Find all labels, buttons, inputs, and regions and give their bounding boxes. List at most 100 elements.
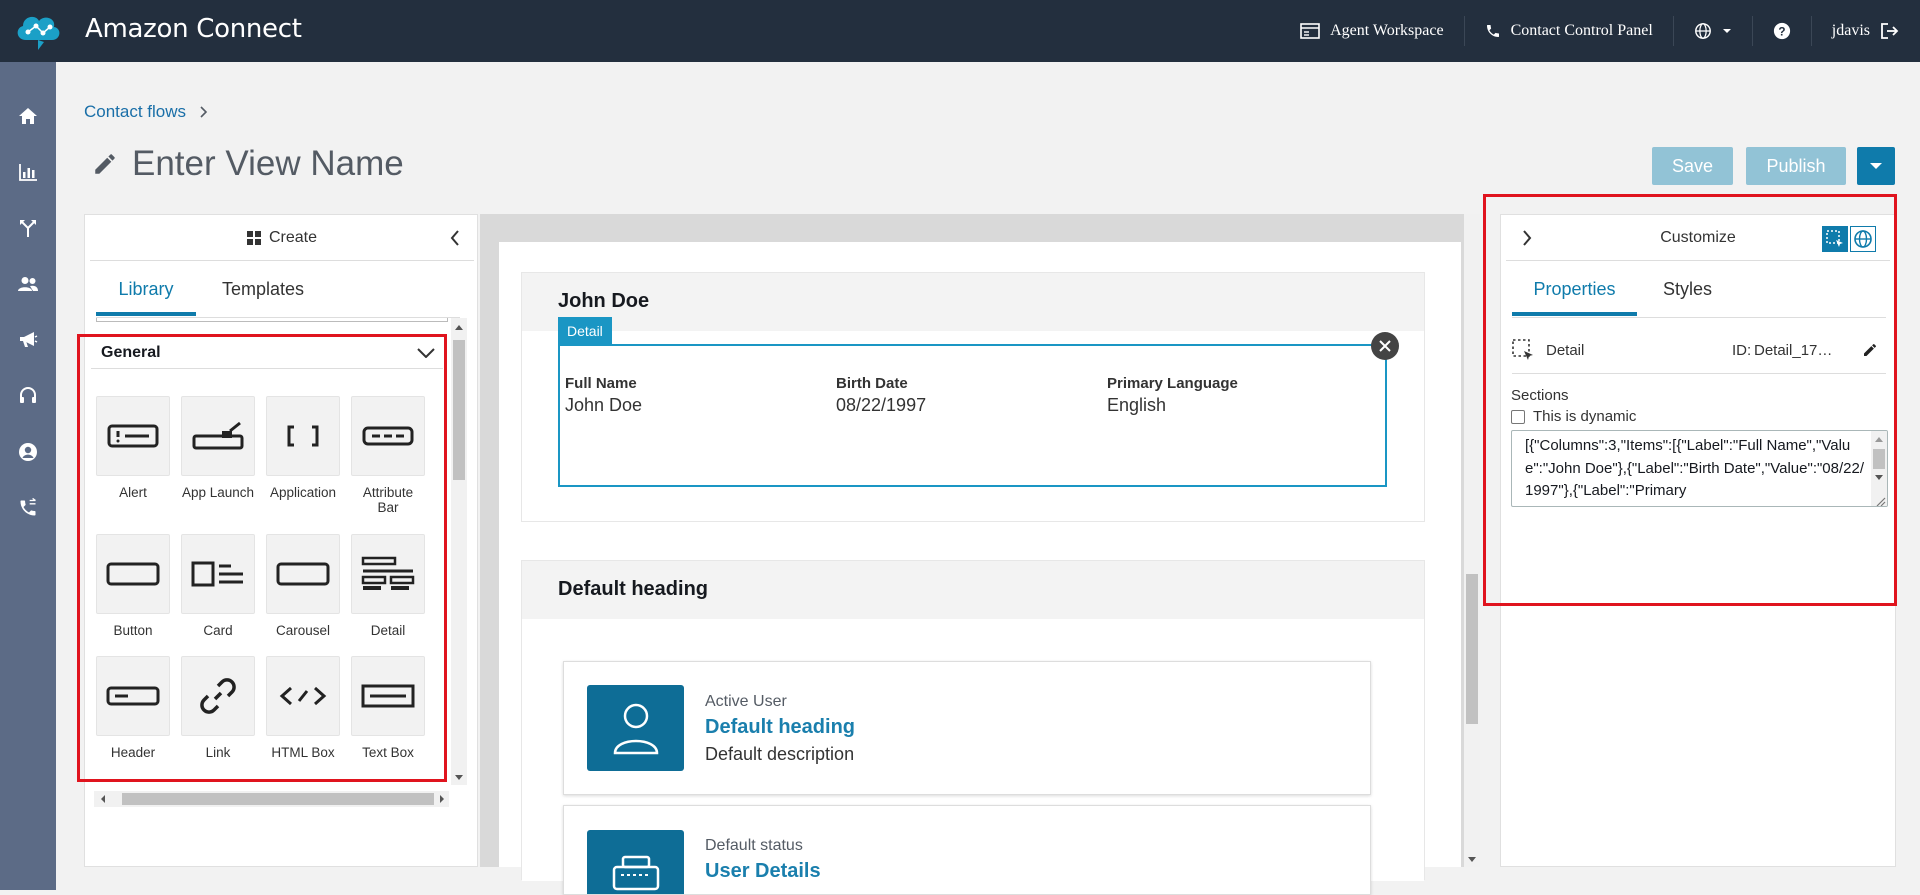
card-status: Default status xyxy=(705,837,803,854)
remove-component-button[interactable] xyxy=(1371,332,1399,360)
component-label: Header xyxy=(110,745,156,760)
component-attribute-bar[interactable]: Attribute Bar xyxy=(351,396,425,515)
language-menu[interactable] xyxy=(1672,16,1752,46)
sections-json-textarea[interactable]: [{"Columns":3,"Items":[{"Label":"Full Na… xyxy=(1511,430,1888,507)
textarea-scrollbar[interactable] xyxy=(1871,431,1887,507)
view-name[interactable]: Enter View Name xyxy=(132,144,404,184)
scroll-up-icon[interactable] xyxy=(451,322,467,332)
component-id-label: ID: xyxy=(1732,341,1752,359)
nav-analytics[interactable] xyxy=(14,158,42,186)
component-link[interactable]: Link xyxy=(181,656,255,760)
nav-users[interactable] xyxy=(14,270,42,298)
expand-chevron-icon[interactable] xyxy=(1522,230,1532,246)
detail-tag: Detail xyxy=(558,317,612,345)
canvas-scrollbar[interactable] xyxy=(1464,214,1480,867)
agent-workspace-link[interactable]: Agent Workspace xyxy=(1280,16,1464,46)
publish-options-dropdown[interactable] xyxy=(1857,147,1895,185)
card-icon xyxy=(181,534,255,614)
scroll-thumb[interactable] xyxy=(122,793,434,805)
component-card[interactable]: Card xyxy=(181,534,255,638)
section-john-doe[interactable]: John Doe Detail Full Name John Doe Birth… xyxy=(521,272,1425,522)
nav-phone-numbers[interactable] xyxy=(14,494,42,522)
global-toggle[interactable] xyxy=(1850,226,1876,252)
select-component-toggle[interactable] xyxy=(1822,226,1848,252)
create-panel-title: Create xyxy=(268,228,318,246)
component-label: Detail xyxy=(370,623,406,638)
component-label: HTML Box xyxy=(271,745,335,760)
detail-field-primary-language: Primary Language English xyxy=(1107,375,1238,416)
group-header-general[interactable]: General xyxy=(91,337,443,369)
section-heading[interactable]: Default heading xyxy=(558,578,708,601)
section-default-heading[interactable]: Default heading Active User Default head… xyxy=(521,560,1425,895)
chevron-down-icon xyxy=(417,347,435,358)
component-id-value: Detail_17… xyxy=(1754,341,1833,359)
field-value: John Doe xyxy=(565,395,643,415)
resize-handle-icon[interactable] xyxy=(1874,495,1886,507)
scroll-right-icon[interactable] xyxy=(437,791,447,807)
nav-campaigns[interactable] xyxy=(14,326,42,354)
collapse-chevron-icon[interactable] xyxy=(450,230,460,246)
divider xyxy=(1512,373,1886,374)
amazon-connect-logo-icon[interactable] xyxy=(12,6,64,54)
component-html-box[interactable]: HTML Box xyxy=(266,656,340,760)
megaphone-icon xyxy=(20,332,38,347)
dynamic-checkbox-row[interactable]: This is dynamic xyxy=(1511,408,1636,425)
view-title[interactable]: Enter View Name xyxy=(92,144,404,184)
nav-routing[interactable] xyxy=(14,214,42,242)
nav-profile[interactable] xyxy=(14,438,42,466)
app-brand[interactable]: Amazon Connect xyxy=(85,14,302,44)
nav-channels[interactable] xyxy=(14,382,42,410)
component-label: Attribute Bar xyxy=(362,485,414,515)
agent-workspace-label: Agent Workspace xyxy=(1330,22,1444,39)
scroll-thumb[interactable] xyxy=(1873,449,1885,469)
contact-control-panel-label: Contact Control Panel xyxy=(1510,22,1653,39)
customize-panel-header: Customize xyxy=(1506,215,1890,261)
component-label: Link xyxy=(205,745,231,760)
card-component[interactable]: Active User Default heading Default desc… xyxy=(563,661,1371,795)
component-detail[interactable]: Detail xyxy=(351,534,425,638)
section-heading[interactable]: John Doe xyxy=(558,290,649,313)
routing-icon xyxy=(20,220,36,237)
scroll-down-icon[interactable] xyxy=(451,773,467,783)
field-value: English xyxy=(1107,395,1167,415)
pencil-icon[interactable] xyxy=(92,151,118,177)
user-menu[interactable]: jdavis xyxy=(1810,16,1920,46)
scroll-left-icon[interactable] xyxy=(98,791,108,807)
component-alert[interactable]: Alert xyxy=(96,396,170,500)
breadcrumb-contact-flows[interactable]: Contact flows xyxy=(84,102,186,122)
card-description: Default description xyxy=(705,744,855,764)
help-button[interactable]: ? xyxy=(1751,16,1811,46)
component-button[interactable]: Button xyxy=(96,534,170,638)
save-button[interactable]: Save xyxy=(1652,147,1733,185)
tab-templates[interactable]: Templates xyxy=(196,262,330,316)
component-application[interactable]: Application xyxy=(266,396,340,500)
dynamic-checkbox[interactable] xyxy=(1511,409,1525,424)
card-component[interactable]: Default status User Details xyxy=(563,805,1371,895)
tab-library[interactable]: Library xyxy=(96,262,196,316)
publish-button[interactable]: Publish xyxy=(1746,147,1846,185)
scroll-down-icon[interactable] xyxy=(1871,473,1887,483)
tab-properties[interactable]: Properties xyxy=(1512,262,1637,316)
scroll-thumb[interactable] xyxy=(1466,574,1478,724)
nav-home[interactable] xyxy=(14,102,42,130)
component-header[interactable]: Header xyxy=(96,656,170,760)
card-heading[interactable]: User Details xyxy=(705,860,821,883)
component-carousel[interactable]: Carousel xyxy=(266,534,340,638)
contact-control-panel-link[interactable]: Contact Control Panel xyxy=(1463,16,1673,46)
scroll-up-icon[interactable] xyxy=(1871,434,1887,444)
component-app-launch[interactable]: App Launch xyxy=(181,396,255,500)
sign-out-icon[interactable] xyxy=(1880,22,1900,40)
card-heading[interactable]: Default heading xyxy=(705,716,855,739)
component-text-box[interactable]: Text Box xyxy=(351,656,425,760)
edit-id-pencil-icon[interactable] xyxy=(1862,342,1878,358)
library-horizontal-scrollbar[interactable] xyxy=(94,791,449,807)
detail-component[interactable]: Detail Full Name John Doe Birth Date 08/… xyxy=(558,317,1399,487)
carousel-icon xyxy=(266,534,340,614)
tab-styles[interactable]: Styles xyxy=(1637,262,1738,316)
users-icon xyxy=(18,277,38,291)
library-scrollbar[interactable] xyxy=(451,318,467,785)
scroll-down-icon[interactable] xyxy=(1464,855,1480,865)
side-nav xyxy=(0,62,56,890)
create-panel: Create Library Templates General Alert A… xyxy=(84,214,478,867)
scroll-thumb[interactable] xyxy=(453,340,465,480)
